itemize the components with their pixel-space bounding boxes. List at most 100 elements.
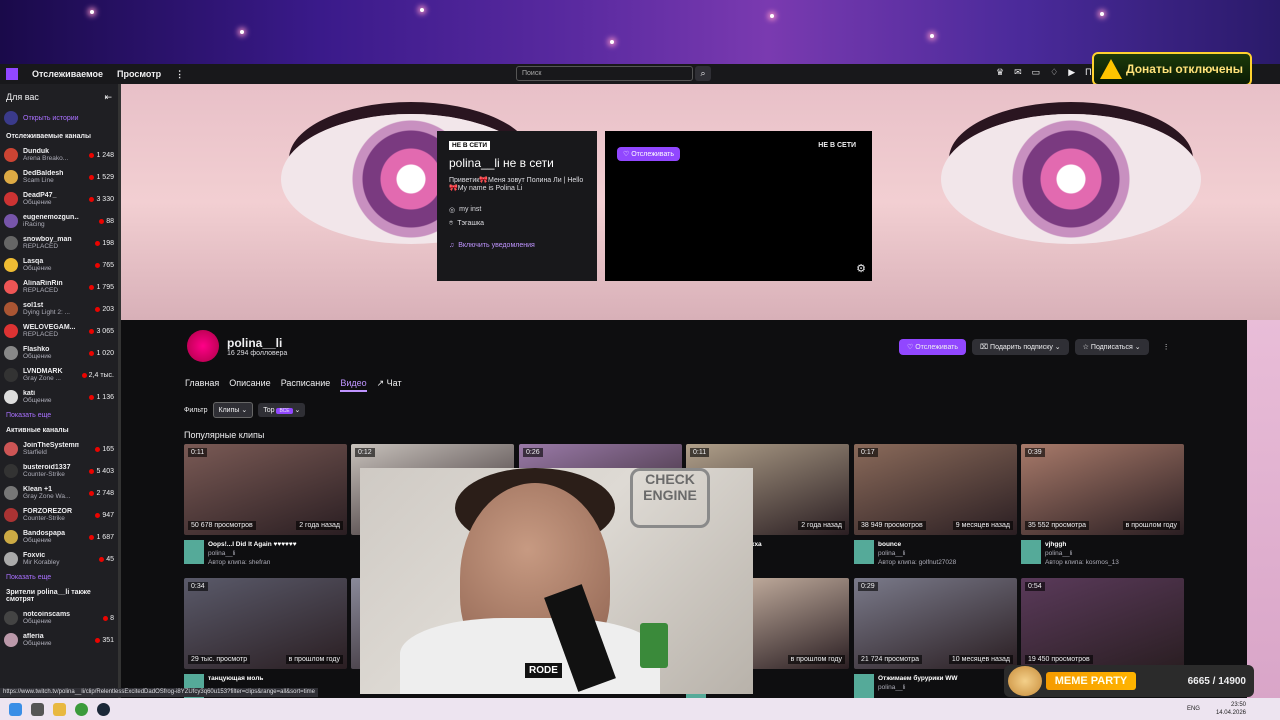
clip-thumbnail[interactable]: 0:54 19 450 просмотров	[1021, 578, 1184, 669]
sidebar-item-followed[interactable]: AlinaRinRin REPLACED 1 795	[0, 276, 118, 298]
avatar[interactable]	[854, 540, 874, 564]
show-more-followed[interactable]: Показать еще	[0, 408, 118, 423]
offline-info-card: НЕ В СЕТИ polina__li не в сети Приветик🎀…	[437, 131, 597, 281]
instagram-link[interactable]: ◎ my inst	[449, 206, 585, 214]
avatar	[4, 192, 18, 206]
clip-thumbnail[interactable]: 0:29 21 724 просмотра 10 месяцев назад	[854, 578, 1017, 669]
clip-meta: Отжимаем бурурики WW polina__li	[854, 674, 958, 698]
tab-chat[interactable]: ↗ Чат	[377, 378, 402, 392]
sidebar-item-active[interactable]: Klean +1 Gray Zone Wa... 2 748	[0, 482, 118, 504]
viewer-count: 1 136	[96, 393, 114, 401]
video-player[interactable]: ♡ Отслеживать НЕ В СЕТИ ⚙	[605, 131, 872, 281]
sidebar-item-game: Gray Zone Wa...	[23, 493, 71, 500]
follow-button[interactable]: ♡ Отслеживать	[899, 339, 967, 355]
show-more-active[interactable]: Показать еще	[0, 570, 118, 585]
steam-icon[interactable]	[97, 702, 110, 716]
player-follow-button[interactable]: ♡ Отслеживать	[617, 147, 681, 161]
clip-channel[interactable]: polina__li	[878, 683, 958, 692]
clip-views: 38 949 просмотров	[858, 521, 926, 530]
subscribe-button[interactable]: ☆ Подписаться ⌄	[1074, 339, 1149, 355]
sidebar-item-followed[interactable]: Lasqa Общение 765	[0, 254, 118, 276]
avatar[interactable]	[854, 674, 874, 698]
clip-title[interactable]: vjhggh	[1045, 540, 1119, 549]
filter-type-select[interactable]: Клипы ⌄	[212, 402, 254, 418]
avatar[interactable]	[187, 330, 219, 362]
collapse-sidebar-icon[interactable]: ⇤	[104, 92, 112, 103]
sidebar-item-followed[interactable]: sol1st Dying Light 2: ... 203	[0, 298, 118, 320]
sidebar-item-followed[interactable]: Dunduk Arena Breako... 1 248	[0, 144, 118, 166]
channel-more-icon[interactable]: ⋮	[1155, 339, 1178, 355]
clip-channel[interactable]: polina__li	[208, 549, 297, 558]
sidebar-item-followed[interactable]: DedBaldesh Scam Line 1 529	[0, 166, 118, 188]
sidebar-item-active[interactable]: busteroid1337 Counter-Strike 5 403	[0, 460, 118, 482]
enable-notifications-button[interactable]: ♫ Включить уведомления	[449, 242, 585, 249]
clip-title[interactable]: bounce	[878, 540, 956, 549]
clip-channel[interactable]: polina__li	[1045, 549, 1119, 558]
sidebar-item-name: WELOVEGAM...	[23, 324, 76, 331]
taskbar-clock[interactable]: 23:50 14.04.2026	[1216, 701, 1246, 717]
sidebar-item-followed[interactable]: snowboy_man REPLACED 198	[0, 232, 118, 254]
chrome-icon[interactable]	[75, 702, 88, 716]
viewer-count: 2 748	[96, 489, 114, 497]
sidebar-item-active[interactable]: JoinTheSystemm Starfield 165	[0, 438, 118, 460]
search-input[interactable]: Поиск	[516, 66, 693, 81]
whispers-icon[interactable]: ▭	[1032, 67, 1041, 78]
avatar	[4, 368, 18, 382]
clip-meta: танцующая моль	[184, 674, 263, 698]
prime-loot-icon[interactable]: ♛	[996, 67, 1004, 78]
language-indicator[interactable]: ENG	[1187, 706, 1200, 712]
sidebar-item-followed[interactable]: DeadP47_ Общение 3 330	[0, 188, 118, 210]
clip-thumbnail[interactable]: 0:17 38 949 просмотров 9 месяцев назад	[854, 444, 1017, 535]
sidebar-item-viewers_also[interactable]: notcoinscams Общение 8	[0, 607, 118, 629]
clip-thumbnail[interactable]: 0:34 29 тыс. просмотр в прошлом году	[184, 578, 347, 669]
avatar	[4, 486, 18, 500]
avatar	[4, 280, 18, 294]
avatar	[4, 324, 18, 338]
follow-label: Отслеживать	[915, 344, 959, 351]
channel-name[interactable]: polina__li	[227, 336, 287, 350]
file-explorer-icon[interactable]	[53, 702, 66, 716]
live-dot-icon	[89, 196, 95, 202]
sidebar-item-followed[interactable]: kati Общение 1 136	[0, 386, 118, 408]
nav-following[interactable]: Отслеживаемое	[32, 69, 103, 79]
tab-home[interactable]: Главная	[185, 378, 219, 392]
start-icon[interactable]	[9, 702, 22, 716]
gift-sub-button[interactable]: ⌧ Подарить подписку ⌄	[972, 339, 1069, 355]
tag-link[interactable]: ⌾ Тэгашка	[449, 220, 585, 228]
sidebar-item-followed[interactable]: WELOVEGAM... REPLACED 3 065	[0, 320, 118, 342]
clip-author: Автор клипа: golfnut27028	[878, 559, 957, 566]
clip-thumbnail[interactable]: 0:11 50 678 просмотров 2 года назад	[184, 444, 347, 535]
yandex-browser-icon[interactable]	[31, 702, 44, 716]
twitch-logo-icon[interactable]	[6, 68, 18, 80]
active-channels-list: JoinTheSystemm Starfield 165 busteroid1337 C…	[0, 438, 118, 570]
tab-schedule[interactable]: Расписание	[281, 378, 331, 392]
filter-sort-select[interactable]: Top ВСЕ ⌄	[258, 403, 306, 417]
avatar[interactable]	[184, 540, 204, 564]
clip-title[interactable]: Отжимаем бурурики WW	[878, 674, 958, 683]
notifications-icon[interactable]: ♢	[1050, 67, 1058, 78]
gear-icon[interactable]: ⚙	[856, 262, 866, 275]
nav-browse[interactable]: Просмотр	[117, 69, 161, 79]
live-dot-icon	[103, 615, 109, 621]
sidebar-item-followed[interactable]: LVNDMARK Gray Zone ... 2,4 тыс.	[0, 364, 118, 386]
inbox-icon[interactable]: ✉	[1014, 67, 1022, 78]
clip-title[interactable]: танцующая моль	[208, 674, 263, 683]
more-options-icon[interactable]: ⋮	[175, 69, 184, 80]
clip-thumbnail[interactable]: 0:39 35 552 просмотра в прошлом году	[1021, 444, 1184, 535]
tab-about[interactable]: Описание	[229, 378, 270, 392]
sidebar-item-active[interactable]: FORZOREZOR Counter-Strike 947	[0, 504, 118, 526]
sidebar-item-active[interactable]: Foxvic Mir Korabley 45	[0, 548, 118, 570]
search-icon[interactable]: ⌕	[695, 66, 711, 81]
open-stories-button[interactable]: Открыть истории	[0, 107, 118, 129]
sidebar-item-followed[interactable]: eugenemozgun... iRacing 88	[0, 210, 118, 232]
sidebar-item-followed[interactable]: Flashko Общение 1 020	[0, 342, 118, 364]
filter-sort-value: Top	[263, 407, 275, 414]
sidebar-item-active[interactable]: Bandospapa Общение 1 687	[0, 526, 118, 548]
clip-title[interactable]: Oops!...I Did It Again ♥♥♥♥♥♥	[208, 540, 297, 549]
avatar[interactable]	[1021, 540, 1041, 564]
sidebar-item-viewers_also[interactable]: afleria Общение 351	[0, 629, 118, 651]
clip-channel[interactable]: polina__li	[878, 549, 956, 558]
get-ad-free-icon[interactable]: ▶	[1068, 67, 1075, 78]
channel-actions: ♡ Отслеживать ⌧ Подарить подписку ⌄ ☆ По…	[899, 339, 1178, 355]
tab-videos[interactable]: Видео	[340, 378, 367, 392]
